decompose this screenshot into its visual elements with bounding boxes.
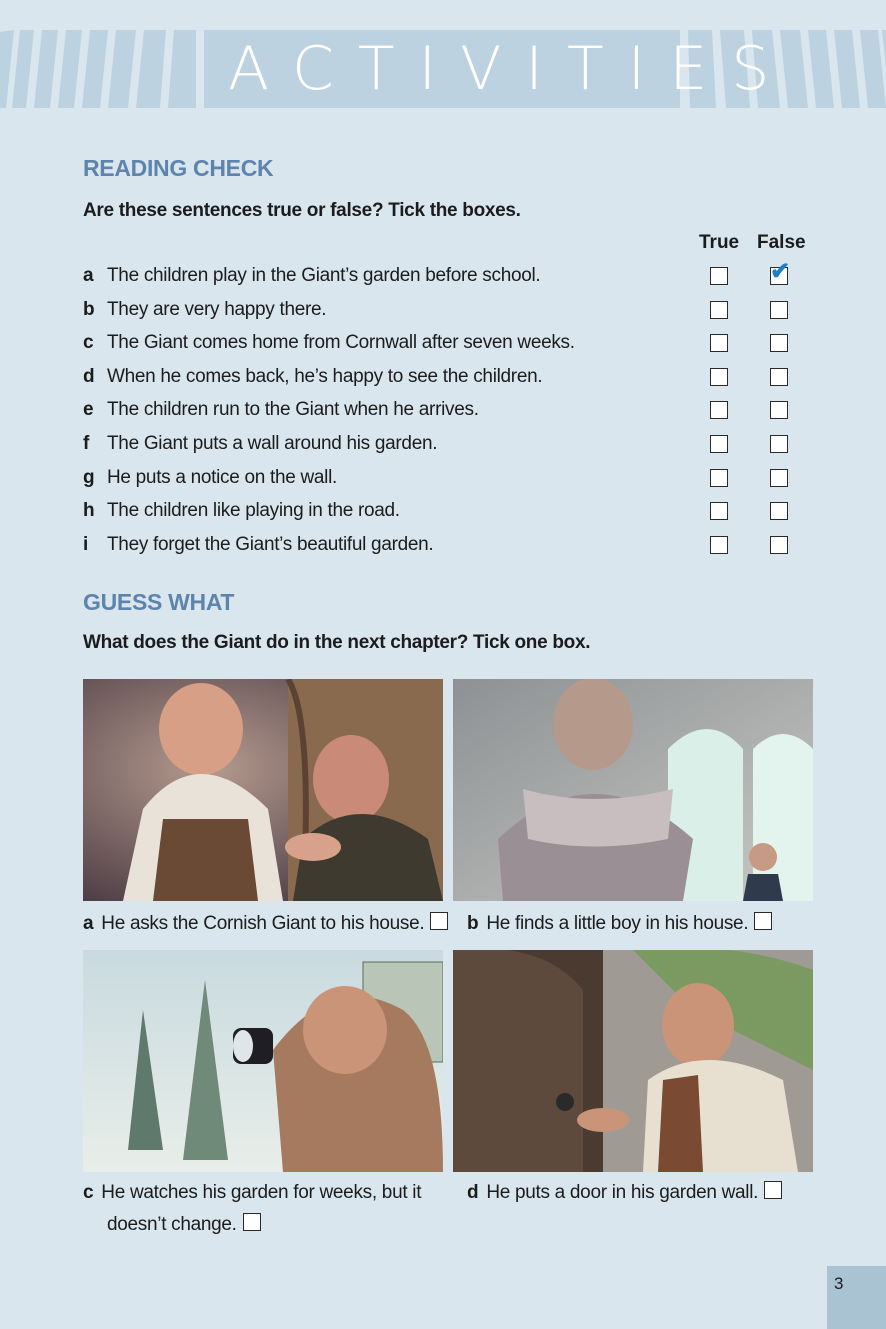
tick-mark-icon: ✔	[770, 258, 791, 285]
statement-text: The children like playing in the road.	[107, 500, 400, 521]
false-checkbox[interactable]	[770, 502, 788, 520]
illustration-handshake	[83, 679, 443, 901]
false-column-header: False	[757, 232, 806, 253]
statement-text: They are very happy there.	[107, 299, 327, 320]
option-b-checkbox[interactable]	[754, 912, 773, 930]
statement-text: When he comes back, he’s happy to see th…	[107, 366, 543, 387]
option-b-letter: b	[467, 913, 479, 934]
true-checkbox[interactable]	[710, 536, 728, 554]
option-c-text: He watches his garden for weeks, but it	[101, 1182, 422, 1203]
option-c-letter: c	[83, 1182, 94, 1203]
statement-text: They forget the Giant’s beautiful garden…	[107, 534, 434, 555]
true-checkbox[interactable]	[710, 334, 728, 352]
reading-check-title: READING CHECK	[83, 155, 274, 181]
banner-title: ACTIVITIES	[204, 30, 769, 108]
statement-letter: f	[83, 433, 90, 454]
statement-text: The Giant comes home from Cornwall after…	[107, 332, 575, 353]
reading-check-instruction: Are these sentences true or false? Tick …	[83, 200, 521, 221]
true-checkbox[interactable]	[710, 368, 728, 386]
true-column-header: True	[699, 232, 740, 253]
false-checkbox[interactable]: ✔	[770, 260, 790, 285]
true-checkbox[interactable]	[710, 502, 728, 520]
false-checkbox[interactable]	[770, 435, 788, 453]
statement-letter: d	[83, 366, 95, 387]
option-d-text: He puts a door in his garden wall.	[486, 1182, 759, 1203]
option-d-checkbox[interactable]	[764, 1181, 783, 1199]
false-checkbox[interactable]	[770, 401, 788, 419]
statement-letter: i	[83, 534, 89, 555]
statement-letter: c	[83, 332, 94, 353]
option-c: c He watches his garden for weeks, but it…	[83, 1177, 422, 1241]
guess-what-instruction: What does the Giant do in the next chapt…	[83, 632, 591, 653]
true-checkbox[interactable]	[710, 435, 728, 453]
option-a-checkbox[interactable]	[430, 912, 449, 930]
false-checkbox[interactable]	[770, 334, 788, 352]
option-a: a He asks the Cornish Giant to his house.	[83, 908, 449, 940]
false-checkbox[interactable]	[770, 536, 788, 554]
statement-letter: g	[83, 467, 95, 488]
option-b: b He finds a little boy in his house.	[467, 908, 773, 940]
illustration-door-in-wall	[453, 950, 813, 1172]
statement-text: The children play in the Giant’s garden …	[107, 265, 541, 286]
true-checkbox[interactable]	[710, 301, 728, 319]
true-checkbox[interactable]	[710, 469, 728, 487]
true-checkbox[interactable]	[710, 401, 728, 419]
statement-letter: b	[83, 299, 95, 320]
false-checkbox[interactable]	[770, 368, 788, 386]
false-checkbox[interactable]	[770, 469, 788, 487]
true-checkbox[interactable]	[710, 267, 728, 285]
statement-letter: e	[83, 399, 94, 420]
statement-letter: a	[83, 265, 94, 286]
statement-text: He puts a notice on the wall.	[107, 467, 337, 488]
option-c-text-continued: doesn’t change.	[107, 1214, 237, 1235]
statement-text: The Giant puts a wall around his garden.	[107, 433, 438, 454]
false-checkbox[interactable]	[770, 301, 788, 319]
option-d: d He puts a door in his garden wall.	[467, 1177, 783, 1209]
statement-letter: h	[83, 500, 95, 521]
option-b-text: He finds a little boy in his house.	[486, 913, 749, 934]
statement-text: The children run to the Giant when he ar…	[107, 399, 479, 420]
illustration-binoculars	[83, 950, 443, 1172]
page-number: 3	[834, 1274, 844, 1293]
guess-what-title: GUESS WHAT	[83, 589, 235, 615]
option-c-checkbox[interactable]	[242, 1213, 261, 1231]
option-a-text: He asks the Cornish Giant to his house.	[101, 913, 425, 934]
illustration-boy-in-house	[453, 679, 813, 901]
option-a-letter: a	[83, 913, 94, 934]
option-d-letter: d	[467, 1182, 479, 1203]
